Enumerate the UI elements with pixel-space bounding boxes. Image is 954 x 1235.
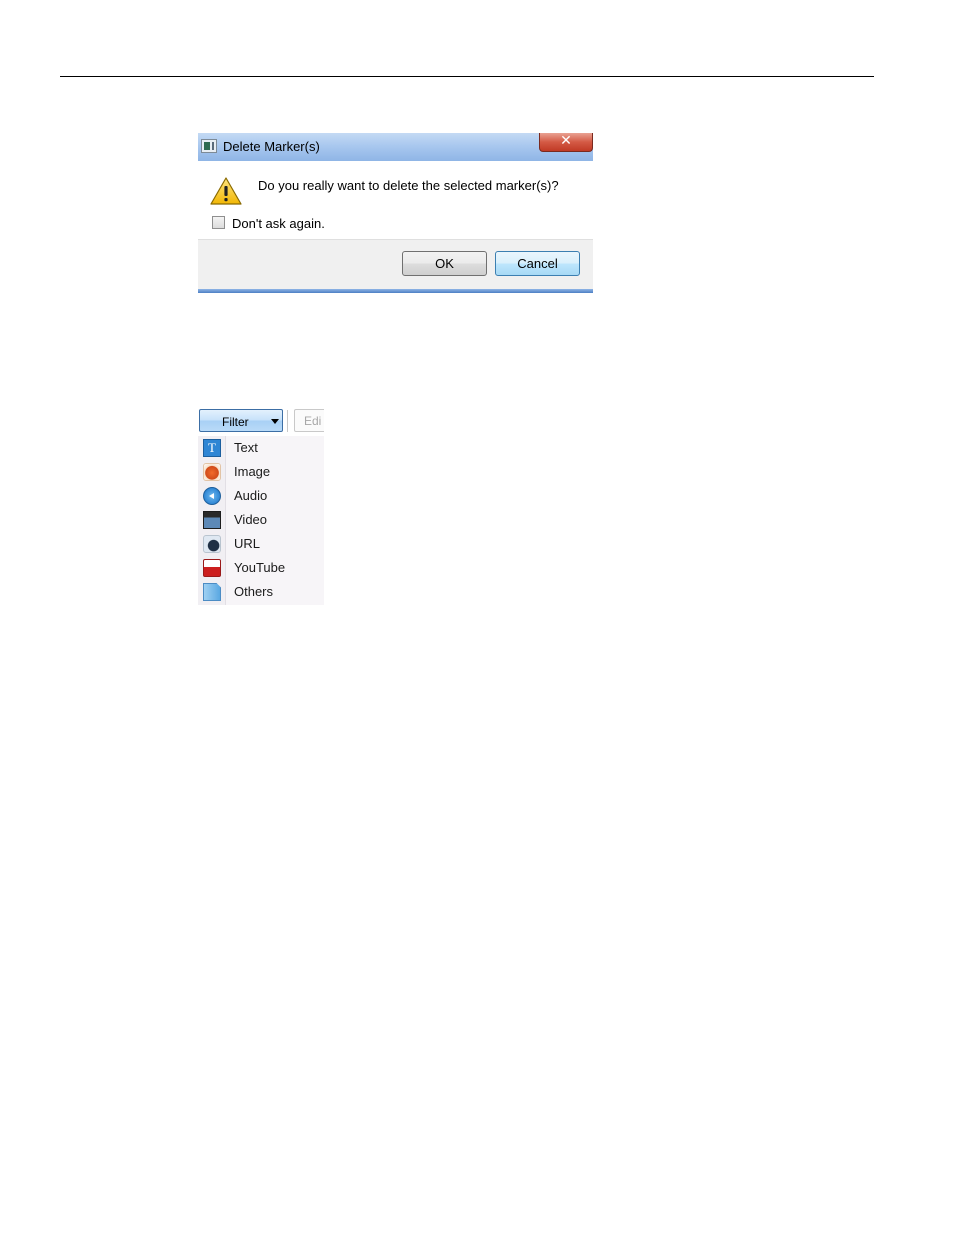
dialog-titlebar[interactable]: Delete Marker(s) ✕ (198, 133, 593, 161)
menu-item-label: Others (234, 584, 274, 599)
audio-icon (203, 487, 221, 505)
edit-button[interactable]: Edi (294, 409, 324, 432)
dialog-body: Do you really want to delete the selecte… (198, 161, 593, 239)
close-button[interactable]: ✕ (539, 133, 593, 152)
cancel-button[interactable]: Cancel (495, 251, 580, 276)
menu-item-label: Text (234, 440, 258, 455)
video-icon (203, 511, 221, 529)
menu-item-label: URL (234, 536, 261, 551)
text-icon: T (203, 439, 221, 457)
filter-menu: T Text Image Audio Video URL YouTube Oth… (198, 436, 324, 605)
dialog-title: Delete Marker(s) (223, 139, 320, 154)
dialog-button-bar: OK Cancel (198, 239, 593, 289)
ok-button[interactable]: OK (402, 251, 487, 276)
filter-toolbar: Filter Edi T Text Image Audio Video URL … (198, 408, 324, 605)
toolbar-separator (287, 410, 288, 432)
chevron-down-icon (271, 419, 279, 424)
dialog-frame-bottom (198, 289, 593, 293)
menu-item-text[interactable]: T Text (198, 436, 324, 460)
menu-item-audio[interactable]: Audio (198, 484, 324, 508)
filter-button-label: Filter (222, 415, 249, 429)
menu-item-others[interactable]: Others (198, 580, 324, 604)
dialog-message: Do you really want to delete the selecte… (258, 178, 559, 193)
menu-item-youtube[interactable]: YouTube (198, 556, 324, 580)
image-icon (203, 463, 221, 481)
others-icon (203, 583, 221, 601)
delete-marker-dialog: Delete Marker(s) ✕ Do you really want to… (198, 133, 593, 293)
page-header-rule (60, 76, 874, 77)
filter-dropdown-button[interactable]: Filter (199, 409, 283, 432)
url-icon (203, 535, 221, 553)
menu-item-image[interactable]: Image (198, 460, 324, 484)
menu-item-url[interactable]: URL (198, 532, 324, 556)
menu-item-label: Image (234, 464, 271, 479)
menu-item-label: Audio (234, 488, 268, 503)
menu-item-label: Video (234, 512, 268, 527)
dont-ask-again-label[interactable]: Don't ask again. (232, 216, 325, 231)
menu-item-video[interactable]: Video (198, 508, 324, 532)
dont-ask-again-checkbox[interactable] (212, 216, 225, 229)
app-window-icon (201, 139, 217, 153)
youtube-icon (203, 559, 221, 577)
menu-item-label: YouTube (234, 560, 286, 575)
warning-icon (210, 177, 242, 205)
close-icon: ✕ (560, 133, 572, 149)
